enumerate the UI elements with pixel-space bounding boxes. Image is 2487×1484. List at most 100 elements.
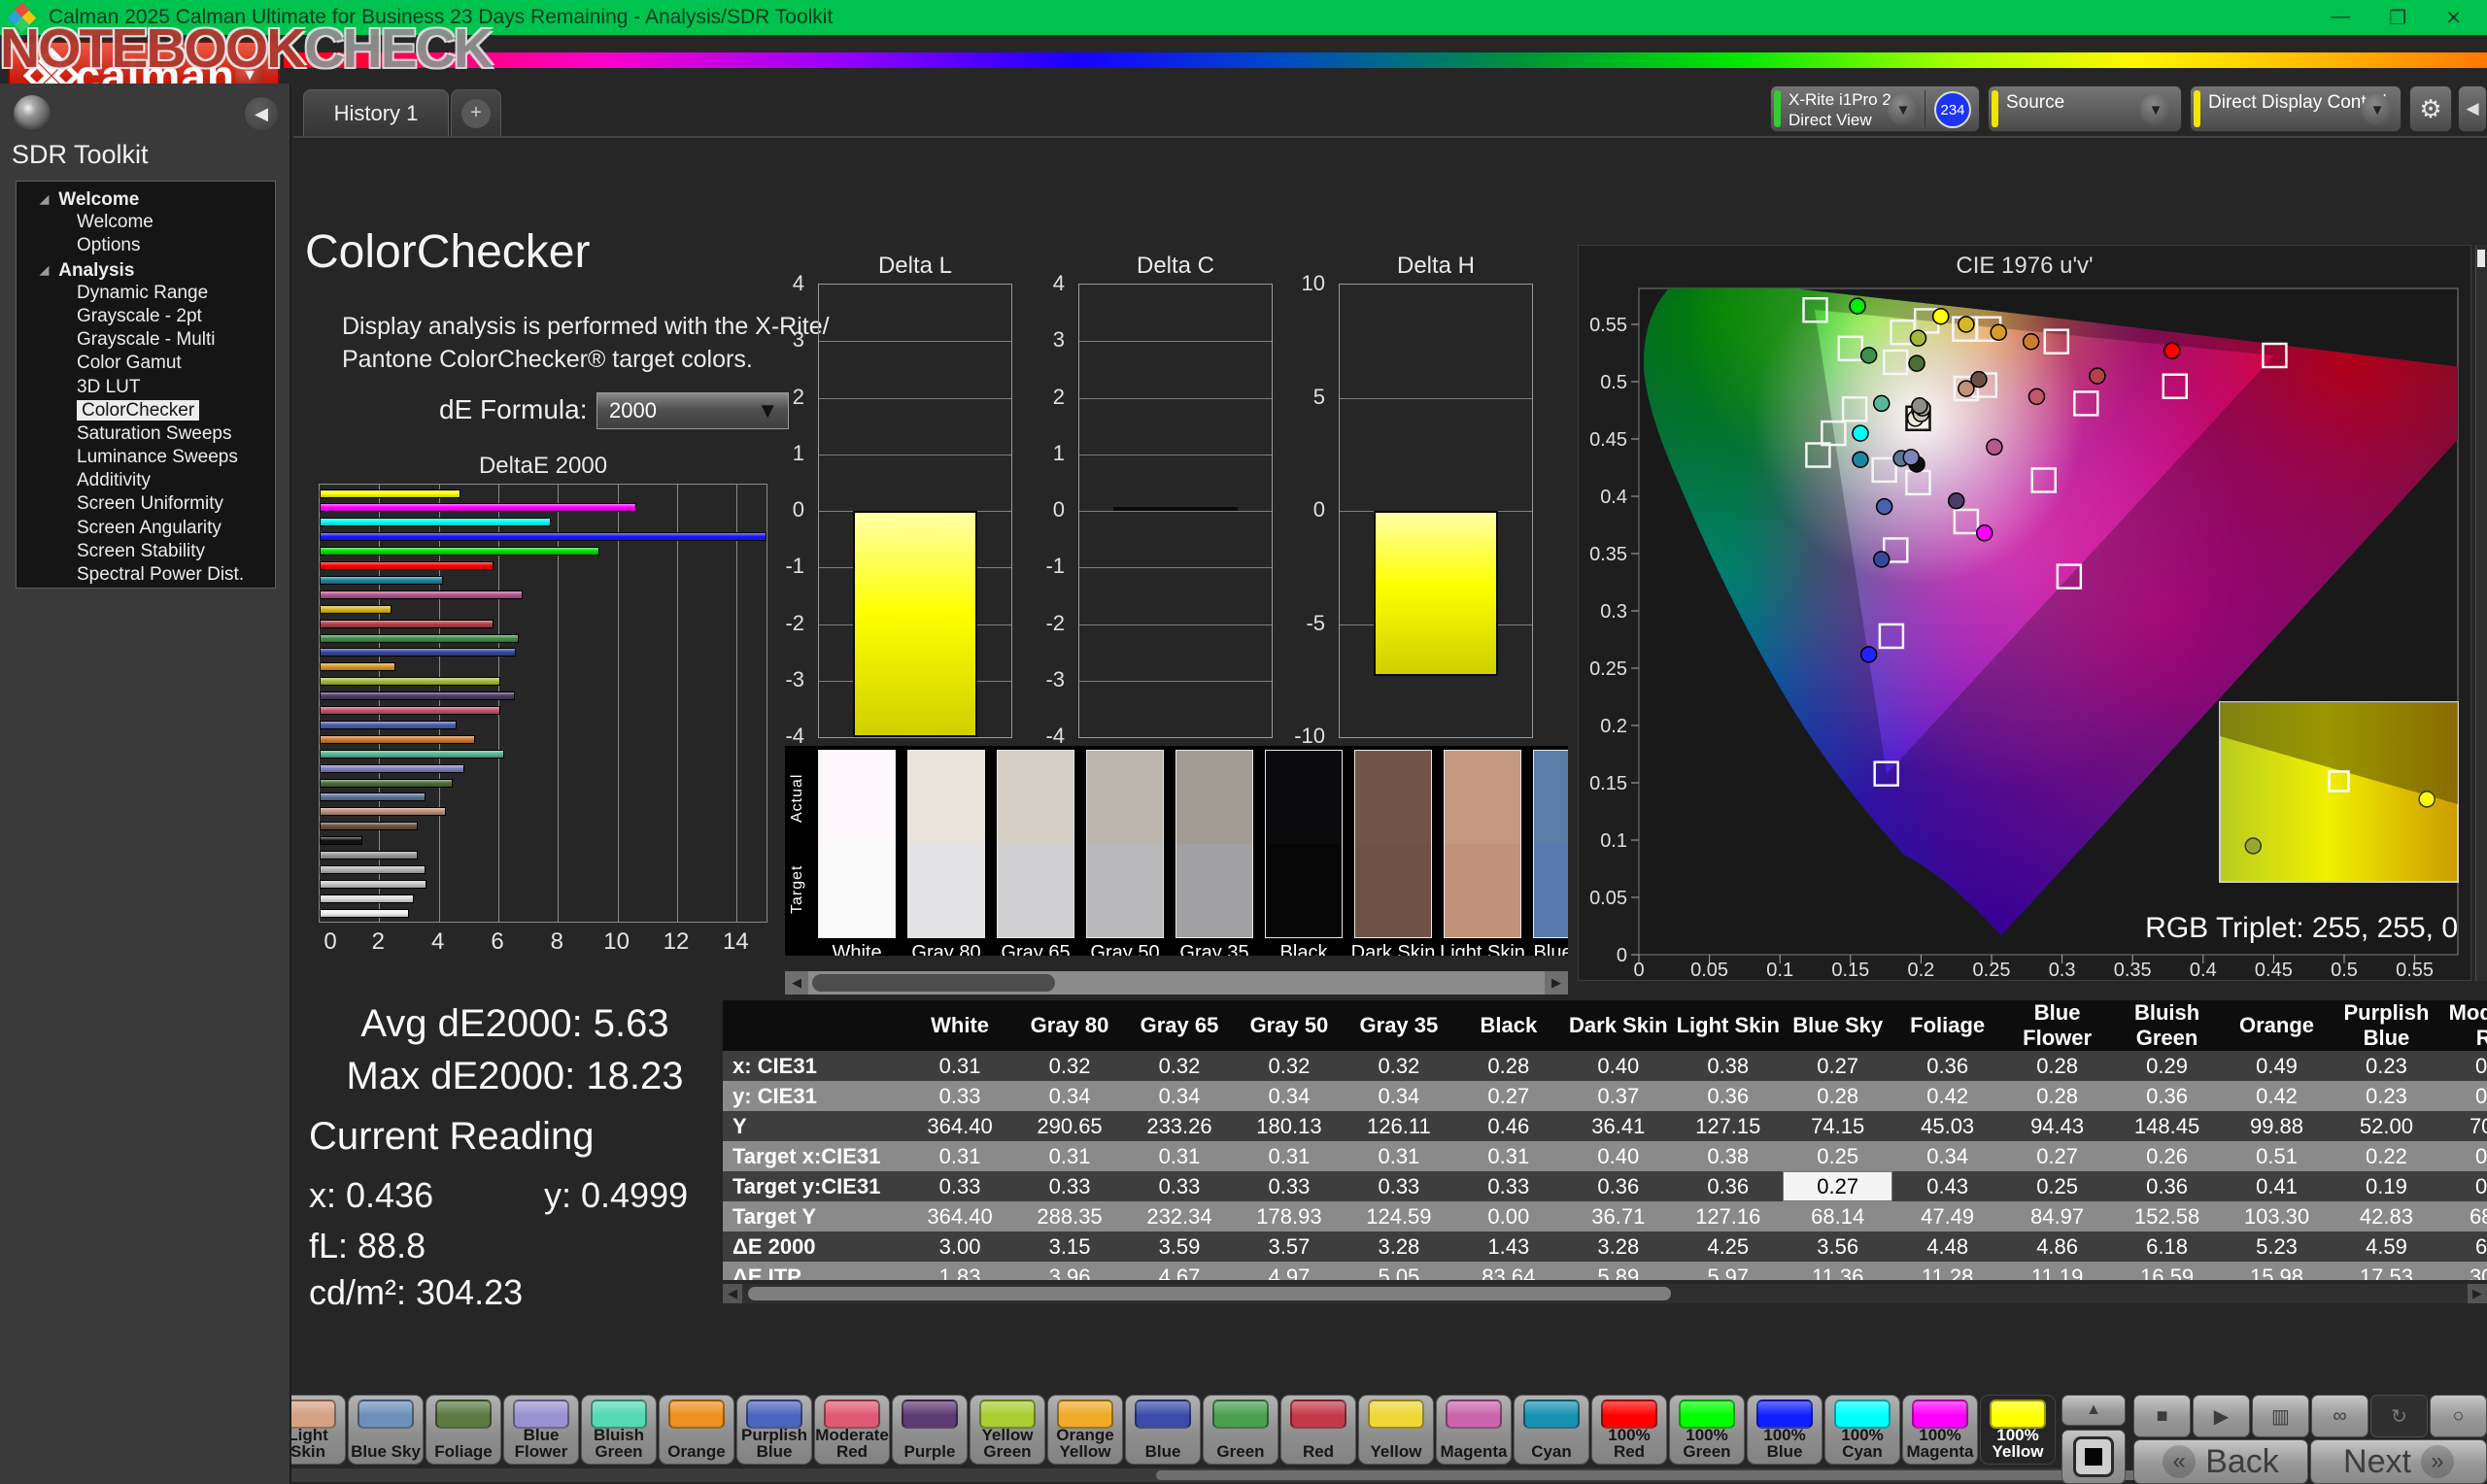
- cell[interactable]: 0.33: [1234, 1171, 1344, 1201]
- cell[interactable]: 84.97: [2002, 1201, 2112, 1231]
- cell[interactable]: 0.33: [905, 1171, 1015, 1201]
- cell[interactable]: 36.41: [1563, 1111, 1673, 1141]
- tab-history-1[interactable]: History 1: [303, 89, 449, 136]
- cell[interactable]: 0.34: [1234, 1081, 1344, 1111]
- patch-button-100-blue[interactable]: 100% Blue: [1747, 1395, 1823, 1465]
- cell[interactable]: 0.23: [2332, 1051, 2441, 1081]
- close-button[interactable]: ✕: [2445, 6, 2462, 30]
- minimize-button[interactable]: —: [2331, 6, 2350, 30]
- sidebar-item-3d-lut[interactable]: 3D LUT: [17, 376, 275, 399]
- cell[interactable]: 11.19: [2002, 1262, 2112, 1280]
- patch-button-moderate-red[interactable]: Moderate Red: [814, 1395, 890, 1465]
- de-formula-select[interactable]: 2000 ▼: [596, 392, 789, 429]
- patch-button-purple[interactable]: Purple: [892, 1395, 968, 1465]
- cell[interactable]: 0.27: [1453, 1081, 1563, 1111]
- sidebar-item-saturation-sweeps[interactable]: Saturation Sweeps: [17, 422, 275, 446]
- cell[interactable]: 4.97: [1234, 1262, 1344, 1280]
- cell[interactable]: 0.31: [1453, 1141, 1563, 1171]
- cell[interactable]: 1.83: [905, 1262, 1015, 1280]
- cell[interactable]: 0.37: [1563, 1081, 1673, 1111]
- cell[interactable]: 0.27: [1783, 1171, 1892, 1201]
- scroll-right-icon[interactable]: ▶: [1545, 971, 1568, 995]
- cell[interactable]: 11.28: [1892, 1262, 2002, 1280]
- cell[interactable]: 0.33: [1125, 1171, 1235, 1201]
- cell[interactable]: 127.16: [1673, 1201, 1783, 1231]
- cell[interactable]: 0.31: [2441, 1171, 2487, 1201]
- patch-strip-scrollbar[interactable]: [291, 1468, 2126, 1482]
- cell[interactable]: 0.36: [2112, 1081, 2222, 1111]
- cell[interactable]: 0.31: [1015, 1141, 1125, 1171]
- patch-button-blue-sky[interactable]: Blue Sky: [348, 1395, 424, 1465]
- cell[interactable]: 0.38: [1673, 1051, 1783, 1081]
- transport-button-0[interactable]: ■: [2133, 1395, 2191, 1437]
- cell[interactable]: 0.28: [1783, 1081, 1892, 1111]
- transport-button-4[interactable]: ↻: [2370, 1395, 2428, 1437]
- cell[interactable]: 0.31: [905, 1051, 1015, 1081]
- maximize-button[interactable]: ❐: [2389, 6, 2406, 30]
- patch-button-100-green[interactable]: 100% Green: [1669, 1395, 1745, 1465]
- cell[interactable]: 16.59: [2112, 1262, 2222, 1280]
- cell[interactable]: 42.83: [2332, 1201, 2441, 1231]
- transport-button-3[interactable]: ∞: [2311, 1395, 2368, 1437]
- cell[interactable]: 0.28: [2002, 1081, 2112, 1111]
- cell[interactable]: 103.30: [2222, 1201, 2332, 1231]
- patch-button-cyan[interactable]: Cyan: [1514, 1395, 1589, 1465]
- cell[interactable]: 233.26: [1125, 1111, 1235, 1141]
- cell[interactable]: 5.23: [2222, 1231, 2332, 1262]
- sidebar-item-dynamic-range[interactable]: Dynamic Range: [17, 282, 275, 305]
- cell[interactable]: 0.31: [905, 1141, 1015, 1171]
- cell[interactable]: 68.05: [2441, 1201, 2487, 1231]
- panel-collapse-button[interactable]: ◀: [2458, 85, 2487, 132]
- patch-button-orange[interactable]: Orange: [659, 1395, 734, 1465]
- meter-dropdown[interactable]: X-Rite i1Pro 2 Direct View ▼ 234: [1770, 85, 1980, 132]
- cell[interactable]: 180.13: [1234, 1111, 1344, 1141]
- cell[interactable]: 4.67: [1125, 1262, 1235, 1280]
- cell[interactable]: 4.48: [1892, 1231, 2002, 1262]
- transport-button-2[interactable]: ▥: [2252, 1395, 2309, 1437]
- meter-count-badge[interactable]: 234: [1934, 91, 1971, 128]
- cell[interactable]: 148.45: [2112, 1111, 2222, 1141]
- patch-button-100-cyan[interactable]: 100% Cyan: [1824, 1395, 1900, 1465]
- cell[interactable]: 124.59: [1344, 1201, 1453, 1231]
- cell[interactable]: 152.58: [2112, 1201, 2222, 1231]
- cell[interactable]: 5.97: [1673, 1262, 1783, 1280]
- transport-button-1[interactable]: ▶: [2193, 1395, 2250, 1437]
- sidebar-item-additivity[interactable]: Additivity: [17, 469, 275, 492]
- sidebar-item-welcome[interactable]: Welcome: [17, 211, 275, 234]
- scrollbar-thumb[interactable]: [1156, 1470, 2157, 1480]
- cell[interactable]: 0.29: [2112, 1051, 2222, 1081]
- cell[interactable]: 3.96: [1015, 1262, 1125, 1280]
- cell[interactable]: 0.36: [1563, 1171, 1673, 1201]
- cell[interactable]: 47.49: [1892, 1201, 2002, 1231]
- splitter-handle[interactable]: [2477, 250, 2485, 267]
- scrollbar-thumb[interactable]: [748, 1287, 1671, 1300]
- cell[interactable]: 0.33: [905, 1081, 1015, 1111]
- cell[interactable]: 0.33: [2441, 1081, 2487, 1111]
- scroll-right-icon[interactable]: ▶: [2468, 1284, 2487, 1303]
- cell[interactable]: 0.26: [2112, 1141, 2222, 1171]
- cell[interactable]: 3.28: [1344, 1231, 1453, 1262]
- cell[interactable]: 0.43: [1892, 1171, 2002, 1201]
- cell[interactable]: 30.29: [2441, 1262, 2487, 1280]
- cell[interactable]: 0.36: [1892, 1051, 2002, 1081]
- cell[interactable]: 52.00: [2332, 1111, 2441, 1141]
- cell[interactable]: 74.15: [1783, 1111, 1892, 1141]
- cell[interactable]: 232.34: [1125, 1201, 1235, 1231]
- add-tab-button[interactable]: +: [451, 89, 501, 136]
- patch-strip-up-button[interactable]: ▲: [2061, 1395, 2126, 1426]
- patch-button-orange-yellow[interactable]: Orange Yellow: [1047, 1395, 1123, 1465]
- cell[interactable]: 1.43: [1453, 1231, 1563, 1262]
- cell[interactable]: 5.89: [1563, 1262, 1673, 1280]
- cell[interactable]: 0.33: [1453, 1171, 1563, 1201]
- cell[interactable]: 0.28: [1453, 1051, 1563, 1081]
- expander-icon[interactable]: ◢: [40, 187, 49, 211]
- patch-button-100-red[interactable]: 100% Red: [1591, 1395, 1667, 1465]
- cell[interactable]: 94.43: [2002, 1111, 2112, 1141]
- cell[interactable]: 0.22: [2332, 1141, 2441, 1171]
- cell[interactable]: 0.38: [1673, 1141, 1783, 1171]
- cell[interactable]: 0.31: [1344, 1141, 1453, 1171]
- cell[interactable]: 0.41: [2222, 1171, 2332, 1201]
- patch-button-100-yellow[interactable]: 100% Yellow: [1980, 1395, 2056, 1465]
- sidebar-collapse-button[interactable]: ◀: [245, 97, 278, 130]
- cell[interactable]: 11.36: [1783, 1262, 1892, 1280]
